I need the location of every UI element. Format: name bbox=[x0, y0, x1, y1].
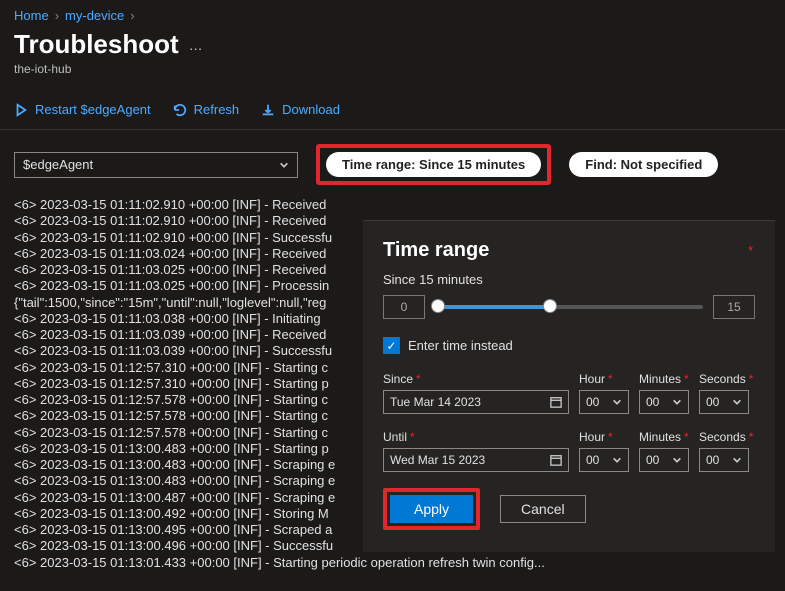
since-seconds-select[interactable]: 00 bbox=[699, 390, 749, 414]
chevron-down-icon bbox=[672, 397, 682, 407]
seconds-label: Seconds bbox=[699, 372, 746, 386]
download-button[interactable]: Download bbox=[261, 102, 340, 117]
cancel-button[interactable]: Cancel bbox=[500, 495, 586, 523]
hour-label: Hour bbox=[579, 430, 605, 444]
refresh-label: Refresh bbox=[194, 102, 240, 117]
page-subtitle: the-iot-hub bbox=[0, 60, 785, 96]
until-label: Until bbox=[383, 430, 407, 444]
slider-thumb-start[interactable] bbox=[431, 299, 445, 313]
module-select[interactable]: $edgeAgent bbox=[14, 152, 298, 178]
play-icon bbox=[14, 103, 28, 117]
more-icon[interactable]: … bbox=[189, 37, 205, 53]
since-minutes-select[interactable]: 00 bbox=[639, 390, 689, 414]
download-label: Download bbox=[282, 102, 340, 117]
page-title: Troubleshoot bbox=[14, 29, 179, 60]
slider-thumb-end[interactable] bbox=[543, 299, 557, 313]
since-hour-select[interactable]: 00 bbox=[579, 390, 629, 414]
chevron-right-icon: › bbox=[55, 8, 59, 23]
module-select-value: $edgeAgent bbox=[23, 157, 93, 172]
chevron-down-icon bbox=[732, 397, 742, 407]
enter-time-checkbox[interactable]: ✓ bbox=[383, 337, 400, 354]
chevron-down-icon bbox=[732, 455, 742, 465]
toolbar: Restart $edgeAgent Refresh Download bbox=[0, 96, 785, 130]
refresh-icon bbox=[173, 103, 187, 117]
slider-max: 15 bbox=[713, 295, 755, 319]
since-date-input[interactable]: Tue Mar 14 2023 bbox=[383, 390, 569, 414]
seconds-label: Seconds bbox=[699, 430, 746, 444]
until-date-value: Wed Mar 15 2023 bbox=[390, 453, 485, 467]
hour-label: Hour bbox=[579, 372, 605, 386]
time-range-highlight: Time range: Since 15 minutes bbox=[316, 144, 551, 185]
required-indicator: * bbox=[748, 243, 753, 258]
until-minutes-select[interactable]: 00 bbox=[639, 448, 689, 472]
refresh-button[interactable]: Refresh bbox=[173, 102, 240, 117]
panel-title: Time range bbox=[383, 239, 755, 262]
time-range-panel: * Time range Since 15 minutes 0 15 ✓ Ent… bbox=[363, 220, 775, 552]
restart-label: Restart $edgeAgent bbox=[35, 102, 151, 117]
breadcrumb-device[interactable]: my-device bbox=[65, 8, 124, 23]
chevron-down-icon bbox=[279, 160, 289, 170]
calendar-icon bbox=[550, 454, 562, 466]
until-seconds-select[interactable]: 00 bbox=[699, 448, 749, 472]
since-date-value: Tue Mar 14 2023 bbox=[390, 395, 481, 409]
time-range-pill[interactable]: Time range: Since 15 minutes bbox=[326, 152, 541, 177]
chevron-down-icon bbox=[612, 397, 622, 407]
restart-button[interactable]: Restart $edgeAgent bbox=[14, 102, 151, 117]
minutes-label: Minutes bbox=[639, 372, 681, 386]
apply-highlight: Apply bbox=[383, 488, 480, 530]
find-pill[interactable]: Find: Not specified bbox=[569, 152, 718, 177]
filter-bar: $edgeAgent Time range: Since 15 minutes … bbox=[0, 130, 785, 195]
calendar-icon bbox=[550, 396, 562, 408]
slider-min: 0 bbox=[383, 295, 425, 319]
breadcrumb: Home › my-device › bbox=[0, 0, 785, 27]
since-summary: Since 15 minutes bbox=[383, 272, 755, 287]
until-hour-select[interactable]: 00 bbox=[579, 448, 629, 472]
chevron-down-icon bbox=[612, 455, 622, 465]
download-icon bbox=[261, 103, 275, 117]
minutes-label: Minutes bbox=[639, 430, 681, 444]
slider-track[interactable] bbox=[435, 305, 703, 309]
since-label: Since bbox=[383, 372, 413, 386]
chevron-right-icon: › bbox=[130, 8, 134, 23]
breadcrumb-home[interactable]: Home bbox=[14, 8, 49, 23]
apply-button[interactable]: Apply bbox=[390, 495, 473, 523]
since-slider[interactable]: 0 15 bbox=[383, 295, 755, 319]
until-date-input[interactable]: Wed Mar 15 2023 bbox=[383, 448, 569, 472]
chevron-down-icon bbox=[672, 455, 682, 465]
enter-time-label: Enter time instead bbox=[408, 338, 513, 353]
